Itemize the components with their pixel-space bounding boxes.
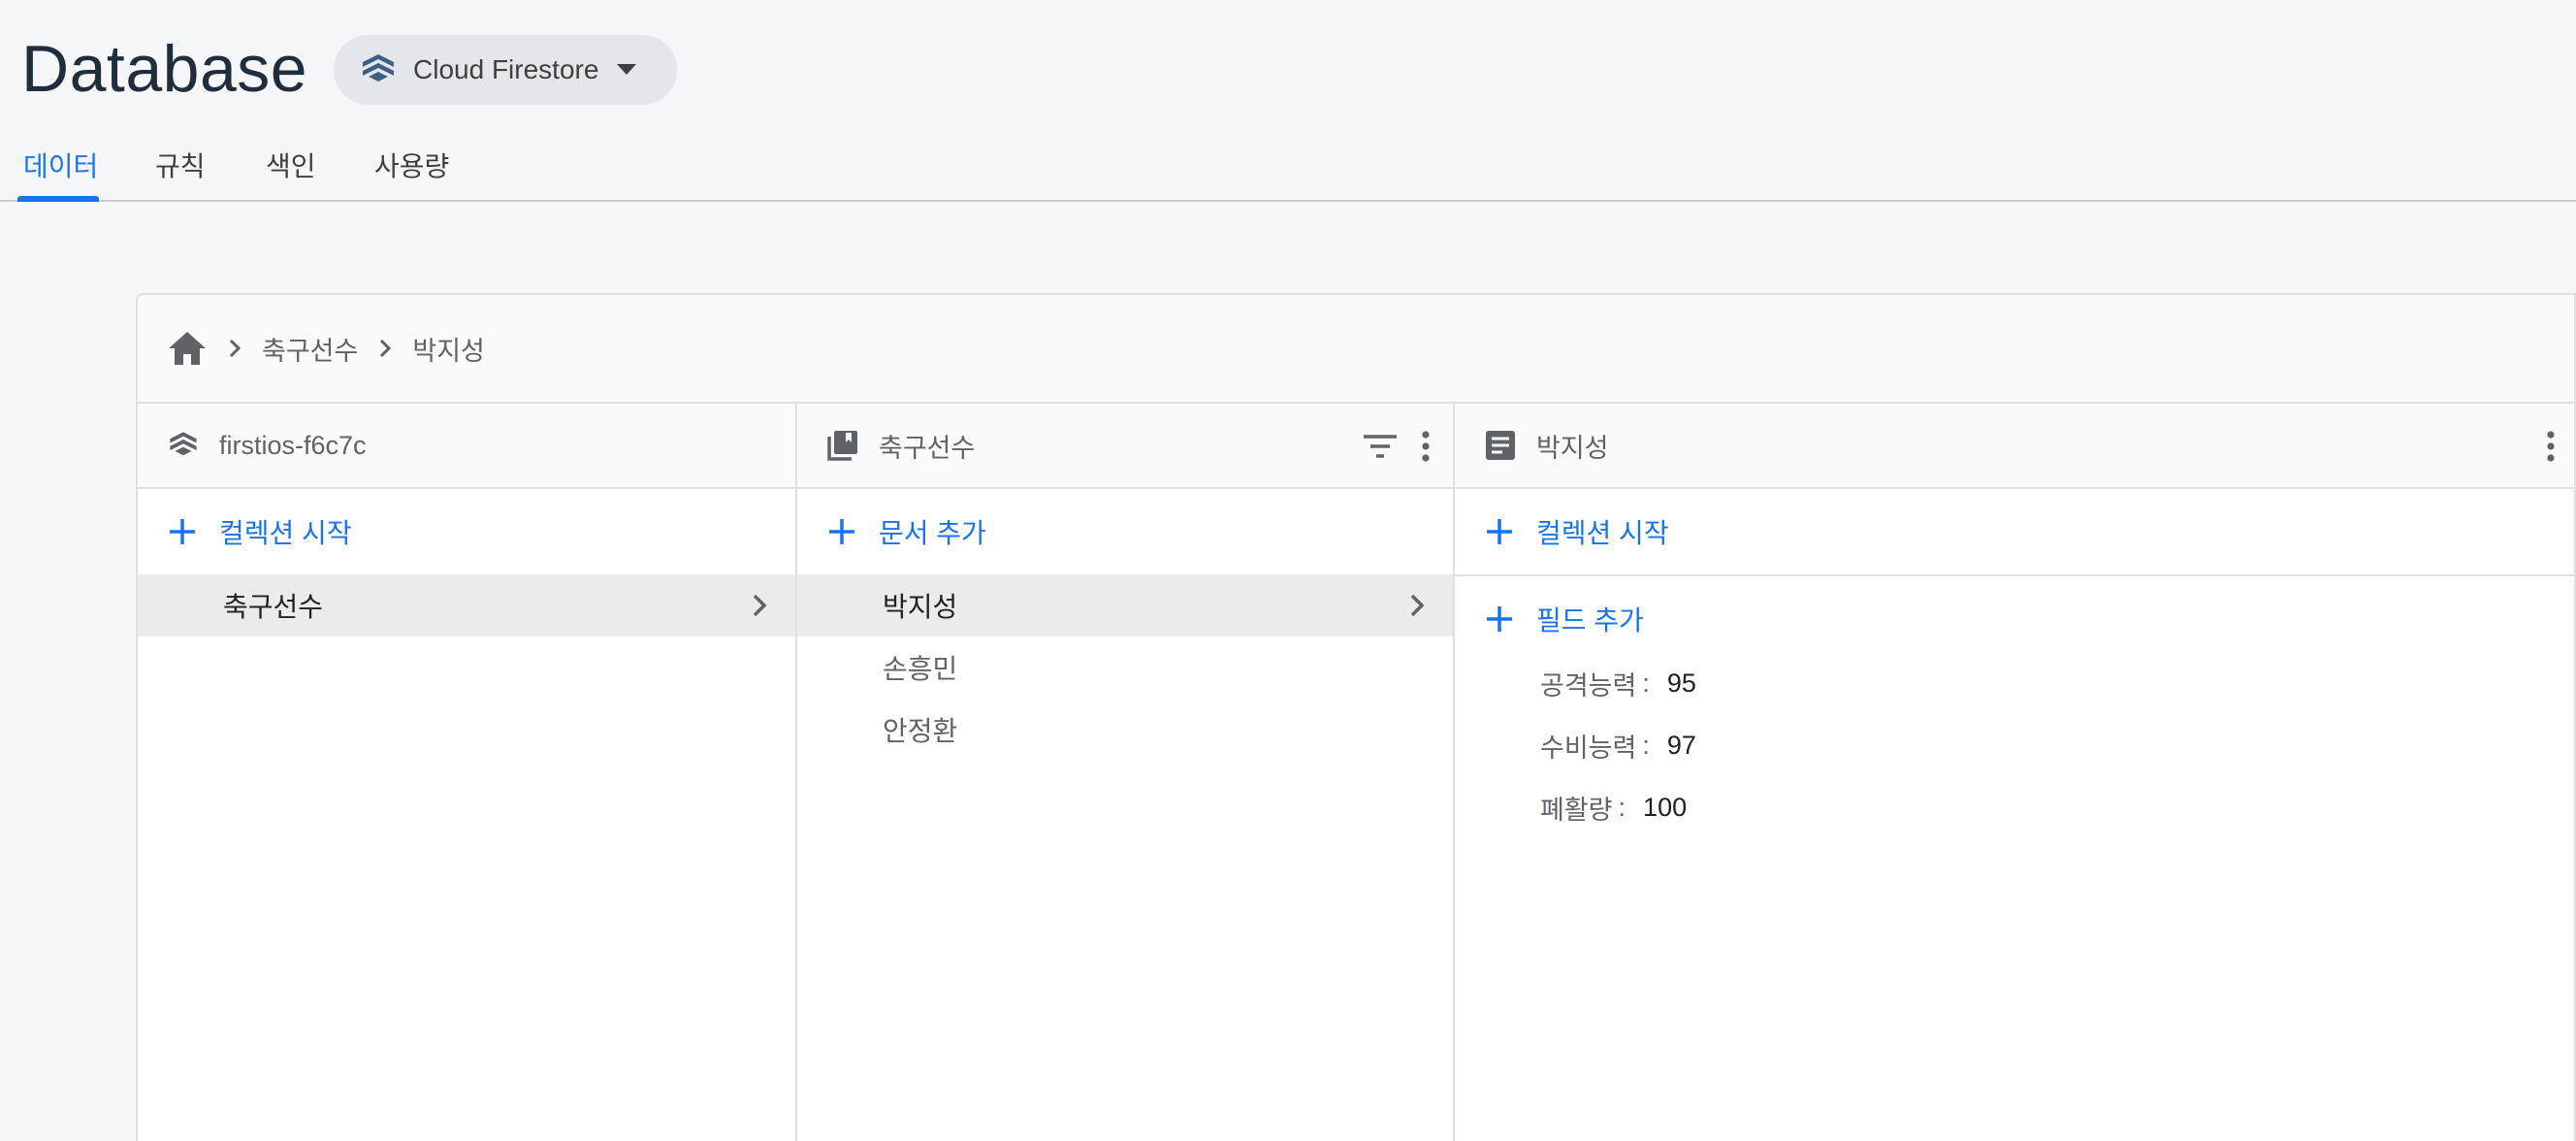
tab-usage[interactable]: 사용량: [374, 146, 449, 184]
document-column: 박지성 컬렉션 시작 필드 추가 공격능력 : 95 수비능력: 97 폐활량…: [1455, 404, 2574, 1141]
project-id: firstios-f6c7c: [219, 430, 367, 460]
breadcrumb-item-collection[interactable]: 축구선수: [262, 330, 358, 368]
field-value: 95: [1666, 668, 1696, 698]
document-title: 박지성: [1536, 433, 1609, 463]
active-tab-indicator: [17, 196, 99, 202]
plus-icon: [167, 516, 198, 547]
document-name: 손흥민: [883, 654, 958, 684]
more-vert-icon[interactable]: [2545, 430, 2557, 463]
document-name: 안정환: [883, 716, 958, 746]
tab-indexes[interactable]: 색인: [266, 146, 316, 184]
tab-rules[interactable]: 규칙: [155, 146, 206, 184]
caret-down-icon: [616, 63, 637, 77]
collection-name: 축구선수: [223, 592, 324, 622]
firestore-icon: [167, 429, 200, 462]
document-name: 박지성: [883, 592, 958, 622]
chevron-right-icon: [227, 338, 242, 359]
start-subcollection-label: 컬렉션 시작: [1536, 518, 1669, 548]
add-document-button[interactable]: 문서 추가: [797, 489, 1453, 574]
field-colon: :: [1642, 730, 1650, 760]
plus-icon: [826, 516, 857, 547]
product-selector-label: Cloud Firestore: [413, 54, 599, 84]
add-document-label: 문서 추가: [879, 518, 986, 548]
collection-column-header: 축구선수: [797, 404, 1453, 489]
chevron-right-icon: [377, 338, 393, 359]
data-viewer-panel: 축구선수 박지성 firstios-f6c7c 컬렉션 시작 축구선수 축구선수…: [136, 293, 2576, 1141]
tab-data[interactable]: 데이터: [23, 146, 98, 184]
field-colon: :: [1618, 792, 1626, 822]
filter-icon[interactable]: [1362, 433, 1399, 460]
breadcrumb: 축구선수 박지성: [138, 295, 2574, 404]
chevron-right-icon: [1408, 592, 1426, 619]
breadcrumb-item-document[interactable]: 박지성: [412, 330, 485, 368]
root-column-header: firstios-f6c7c: [138, 404, 795, 489]
tab-bar: 데이터 규칙 색인 사용량: [0, 136, 2576, 202]
home-icon[interactable]: [167, 330, 208, 367]
list-item[interactable]: 안정환: [797, 699, 1453, 761]
root-column: firstios-f6c7c 컬렉션 시작 축구선수: [138, 404, 797, 1141]
list-item[interactable]: 박지성: [797, 574, 1453, 636]
firestore-icon: [359, 50, 398, 89]
product-selector[interactable]: Cloud Firestore: [334, 35, 677, 105]
field-key: 수비능력: [1540, 733, 1637, 763]
collection-title: 축구선수: [879, 433, 976, 463]
document-icon: [1484, 429, 1517, 462]
start-subcollection-button[interactable]: 컬렉션 시작: [1455, 489, 2574, 574]
add-field-label: 필드 추가: [1536, 605, 1644, 636]
field-key: 폐활량: [1540, 795, 1613, 825]
list-item[interactable]: 손흥민: [797, 636, 1453, 699]
field-value: 97: [1666, 730, 1696, 760]
start-collection-button[interactable]: 컬렉션 시작: [138, 489, 795, 574]
list-item[interactable]: 축구선수: [138, 574, 795, 636]
add-field-button[interactable]: 필드 추가: [1455, 576, 2574, 662]
collection-icon: [826, 429, 859, 462]
more-vert-icon[interactable]: [1420, 430, 1432, 463]
plus-icon: [1484, 603, 1515, 635]
field-value: 100: [1643, 792, 1688, 822]
field-row[interactable]: 공격능력 : 95: [1455, 652, 2574, 714]
collection-column: 축구선수 문서 추가 박지성 손흥민 안정환: [797, 404, 1455, 1141]
field-row[interactable]: 수비능력 : 97: [1455, 714, 2574, 776]
plus-icon: [1484, 516, 1515, 547]
page-header: Database Cloud Firestore 데이터 규칙 색인 사용량: [0, 0, 2576, 204]
document-column-header: 박지성: [1455, 404, 2574, 489]
start-collection-label: 컬렉션 시작: [219, 518, 352, 548]
field-row[interactable]: 폐활량 : 100: [1455, 776, 2574, 838]
page-title: Database: [21, 32, 308, 106]
field-key: 공격능력: [1540, 670, 1637, 701]
chevron-right-icon: [751, 592, 768, 619]
field-colon: :: [1642, 668, 1650, 698]
